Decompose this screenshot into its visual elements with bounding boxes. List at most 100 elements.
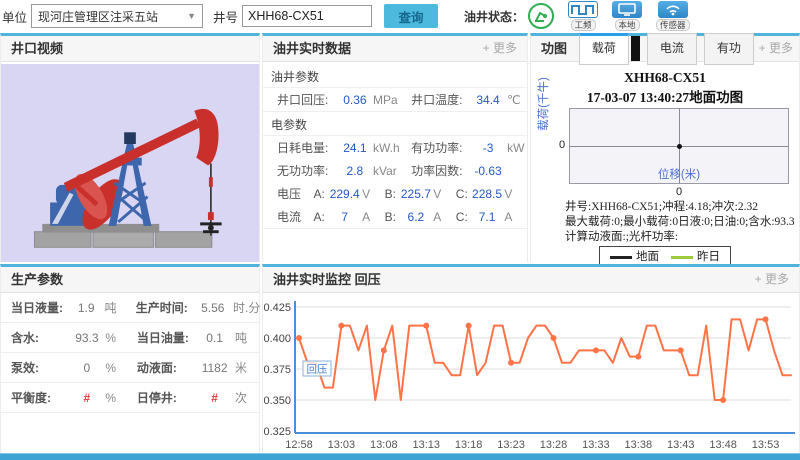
daily-shutdown-value: # — [194, 391, 235, 405]
tab-current[interactable]: 电流 — [647, 33, 697, 65]
well-number-input[interactable] — [242, 5, 372, 27]
current-phase-c-value: 7.1 — [470, 210, 505, 224]
oil-params-section-label: 油井参数 — [263, 64, 527, 88]
svg-text:13:53: 13:53 — [752, 439, 780, 451]
fluid-level-label: 动液面: — [137, 359, 194, 376]
dynamometer-yaxis-zero: 0 — [559, 139, 565, 151]
dynamometer-origin-dot — [677, 144, 682, 149]
current-phase-a-unit: A — [362, 210, 385, 224]
realtime-more-link[interactable]: + 更多 — [483, 36, 517, 61]
wellhead-video-feed[interactable] — [1, 64, 259, 262]
svg-text:0.425: 0.425 — [263, 302, 291, 314]
svg-text:0.400: 0.400 — [263, 333, 291, 345]
balance-unit: % — [105, 391, 136, 405]
backpressure-line-chart: 0.4250.4000.3750.3500.32512:5813:0313:08… — [263, 293, 799, 453]
legend-yesterday-line — [671, 256, 693, 259]
fluid-level-unit: 米 — [235, 359, 259, 376]
balance-label: 平衡度: — [11, 389, 68, 406]
dynamometer-info-text: 井号:XHH68-CX51;冲程:4.18;冲次:2.32 最大载荷:0;最小载… — [565, 200, 795, 245]
svg-text:13:28: 13:28 — [540, 439, 568, 451]
svg-text:13:13: 13:13 — [412, 439, 440, 451]
sensor-status[interactable]: 传感器 — [656, 1, 690, 31]
tab-divider-bar — [631, 36, 640, 61]
pump-efficiency-label: 泵效: — [11, 359, 68, 376]
tab-load[interactable]: 载荷 — [579, 33, 629, 65]
water-cut-unit: % — [105, 331, 136, 345]
active-power-value: -3 — [469, 141, 507, 155]
voltage-row: 电压 A: 229.4 V B: 225.7 V C: 228.5 V — [263, 182, 527, 205]
daily-liquid-row: 当日液量: 1.9 吨 生产时间: 5.56 时.分 — [1, 293, 259, 323]
voltage-phase-b-value: 225.7 — [399, 187, 434, 201]
local-mode-status[interactable]: 本地 — [612, 1, 642, 31]
current-phase-b-label: B: — [385, 210, 399, 224]
dynamometer-panel: 功图 载荷 电流 有功 + 更多 XHH68-CX51 17-03-07 13:… — [530, 33, 800, 262]
voltage-phase-b-unit: V — [433, 187, 456, 201]
power-factor-value: -0.63 — [469, 164, 507, 178]
daily-power-row: 日耗电量: 24.1 kW.h 有功功率: -3 kW — [263, 136, 527, 159]
query-button[interactable]: 查询 — [384, 4, 438, 28]
daily-consumption-label: 日耗电量: — [277, 139, 337, 156]
backpressure-value: 0.36 — [337, 93, 373, 107]
power-frequency-status[interactable]: 工频 — [568, 1, 598, 31]
dynamometer-plot-area: 位移(米) — [569, 108, 789, 184]
legend-ground-line — [610, 256, 632, 259]
daily-oil-label: 当日油量: — [137, 329, 194, 346]
current-label: 电流 — [277, 208, 313, 225]
well-status-label: 油井状态： — [464, 8, 524, 25]
legend-ground-item: 地面 — [610, 248, 659, 264]
wellhead-video-panel: 井口视频 — [0, 33, 260, 262]
svg-text:0.375: 0.375 — [263, 364, 291, 376]
daily-oil-unit: 吨 — [235, 329, 259, 346]
pump-efficiency-value: 0 — [68, 361, 105, 375]
water-cut-value: 93.3 — [68, 331, 105, 345]
realtime-data-title: 油井实时数据 — [273, 36, 351, 61]
dynamometer-more-link[interactable]: + 更多 — [759, 36, 793, 61]
svg-text:13:48: 13:48 — [709, 439, 737, 451]
unit-label: 单位 — [2, 7, 27, 26]
svg-text:13:08: 13:08 — [370, 439, 398, 451]
voltage-phase-a-unit: V — [362, 187, 385, 201]
daily-liquid-value: 1.9 — [68, 301, 105, 315]
tab-active-power[interactable]: 有功 — [704, 33, 754, 65]
daily-consumption-value: 24.1 — [337, 141, 373, 155]
daily-liquid-unit: 吨 — [105, 299, 136, 316]
dynamometer-well-title: XHH68-CX51 — [531, 70, 799, 86]
temperature-value: 34.4 — [469, 93, 507, 107]
backpressure-temperature-row: 井口回压: 0.36 MPa 井口温度: 34.4 ℃ — [263, 88, 527, 112]
balance-row: 平衡度: # % 日停井: # 次 — [1, 383, 259, 413]
power-factor-label: 功率因数: — [411, 162, 469, 179]
dynamometer-info-line1: 井号:XHH68-CX51;冲程:4.18;冲次:2.32 — [565, 200, 795, 215]
daily-shutdown-unit: 次 — [235, 389, 259, 406]
voltage-phase-b-label: B: — [385, 187, 399, 201]
monitor-icon — [612, 1, 642, 18]
legend-ground-label: 地面 — [636, 251, 659, 263]
current-phase-b-unit: A — [433, 210, 456, 224]
dynamometer-tabs: 载荷 电流 有功 — [572, 33, 754, 65]
current-phase-b-value: 6.2 — [399, 210, 434, 224]
voltage-phase-c-value: 228.5 — [470, 187, 505, 201]
svg-text:13:03: 13:03 — [328, 439, 356, 451]
balance-value: # — [68, 391, 105, 405]
well-number-label: 井号 — [213, 7, 238, 26]
dynamometer-legend: 地面 昨日 — [531, 246, 799, 266]
pump-efficiency-row: 泵效: 0 % 动液面: 1182 米 — [1, 353, 259, 383]
voltage-phase-a-value: 229.4 — [327, 187, 362, 201]
unit-select[interactable]: 现河庄管理区注采五站 ▼ — [31, 4, 203, 28]
reactive-power-row: 无功功率: 2.8 kVar 功率因数: -0.63 — [263, 159, 527, 182]
daily-shutdown-label: 日停井: — [137, 389, 194, 406]
pump-efficiency-unit: % — [105, 361, 136, 375]
backpressure-monitor-title: 油井实时监控 回压 — [273, 267, 381, 292]
chevron-down-icon: ▼ — [187, 11, 196, 21]
voltage-phase-c-label: C: — [456, 187, 470, 201]
reactive-power-label: 无功功率: — [277, 162, 337, 179]
current-phase-c-label: C: — [456, 210, 470, 224]
power-frequency-caption: 工频 — [571, 19, 596, 31]
svg-text:13:38: 13:38 — [625, 439, 653, 451]
backpressure-more-link[interactable]: + 更多 — [755, 267, 789, 292]
water-cut-row: 含水: 93.3 % 当日油量: 0.1 吨 — [1, 323, 259, 353]
svg-text:0.350: 0.350 — [263, 395, 291, 407]
svg-text:0.325: 0.325 — [263, 426, 291, 438]
voltage-phase-a-label: A: — [313, 187, 327, 201]
daily-oil-value: 0.1 — [194, 331, 235, 345]
temperature-unit: ℃ — [507, 93, 527, 107]
